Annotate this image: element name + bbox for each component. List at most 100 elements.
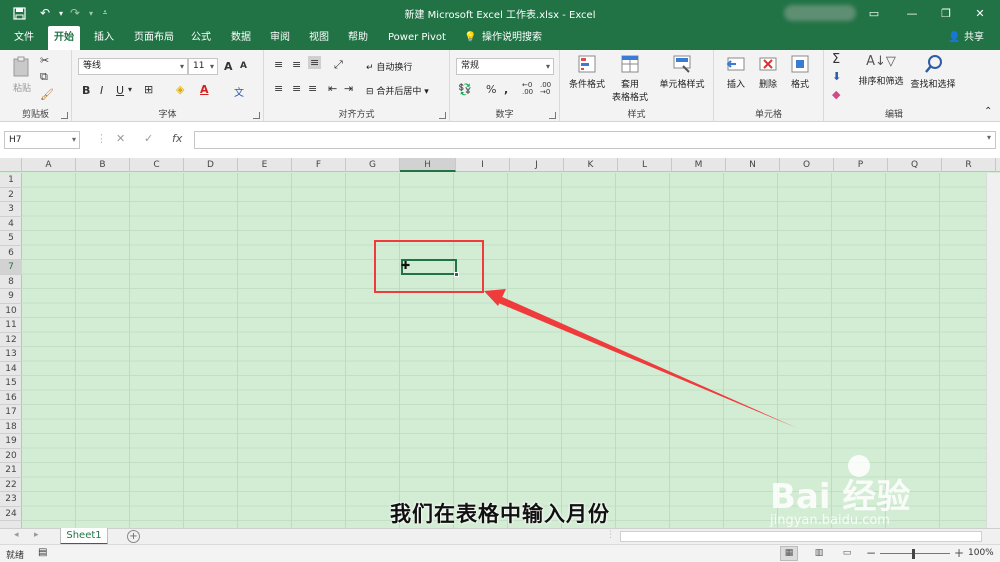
paste-button[interactable]: 粘贴 [8, 56, 36, 94]
row-header[interactable]: 19 [0, 434, 22, 449]
column-header[interactable]: L [618, 158, 672, 172]
row-header[interactable]: 18 [0, 420, 22, 434]
prev-sheet-icon[interactable]: ◂ [14, 530, 19, 540]
font-size-select[interactable]: 11 ▾ [188, 58, 218, 75]
increase-decimal-icon[interactable]: ←0.00 [522, 82, 533, 96]
tab-home[interactable]: 开始 [48, 26, 80, 52]
next-sheet-icon[interactable]: ▸ [34, 530, 39, 540]
column-header[interactable]: P [834, 158, 888, 172]
column-header[interactable]: N [726, 158, 780, 172]
sheet-tab[interactable]: Sheet1 [60, 528, 108, 545]
column-header[interactable]: A [22, 158, 76, 172]
column-header[interactable]: M [672, 158, 726, 172]
select-all-corner[interactable] [0, 158, 22, 172]
row-header[interactable]: 10 [0, 304, 22, 318]
column-header[interactable]: F [292, 158, 346, 172]
column-header[interactable]: O [780, 158, 834, 172]
row-header[interactable]: 21 [0, 463, 22, 478]
expand-formula-bar-icon[interactable]: ▾ [987, 133, 991, 142]
alignment-launcher-icon[interactable] [439, 112, 446, 119]
row-header[interactable]: 3 [0, 202, 22, 217]
align-bottom-icon[interactable]: ≡ [308, 56, 322, 69]
column-header[interactable]: J [510, 158, 564, 172]
copy-icon[interactable]: ⧉ [40, 70, 48, 84]
italic-button[interactable]: I [100, 84, 103, 97]
tab-insert[interactable]: 插入 [88, 26, 120, 50]
fill-icon[interactable]: ⬇ [832, 70, 841, 83]
decrease-indent-icon[interactable]: ⇤ [328, 82, 337, 95]
name-box[interactable]: H7 ▾ [4, 131, 80, 149]
autosum-icon[interactable]: Σ [832, 52, 840, 67]
row-header[interactable]: 9 [0, 289, 22, 304]
normal-view-icon[interactable]: ▦ [780, 546, 798, 561]
enter-icon[interactable]: ✓ [144, 132, 153, 145]
format-cells-button[interactable]: 格式 [786, 54, 814, 90]
collapse-ribbon-icon[interactable]: ⌃ [984, 106, 992, 117]
clipboard-launcher-icon[interactable] [61, 112, 68, 119]
zoom-slider[interactable] [880, 553, 950, 554]
phonetic-icon[interactable]: 文 [234, 84, 244, 99]
tab-help[interactable]: 帮助 [342, 26, 374, 50]
minimize-icon[interactable]: — [898, 3, 926, 23]
column-header[interactable]: K [564, 158, 618, 172]
tell-me-search[interactable]: 操作说明搜索 [476, 26, 548, 50]
merge-center-button[interactable]: ⊟ 合并后居中 ▾ [366, 84, 429, 97]
row-header[interactable]: 17 [0, 405, 22, 420]
row-header[interactable]: 20 [0, 449, 22, 463]
page-layout-view-icon[interactable]: ▥ [810, 546, 828, 561]
decrease-decimal-icon[interactable]: .00 →0 [540, 82, 551, 96]
row-header[interactable]: 4 [0, 217, 22, 231]
tab-formulas[interactable]: 公式 [185, 26, 217, 50]
row-header[interactable]: 8 [0, 275, 22, 289]
column-header[interactable]: D [184, 158, 238, 172]
border-icon[interactable]: ⊞ [144, 83, 153, 96]
accounting-format-icon[interactable]: 💱 [458, 83, 472, 96]
column-header[interactable]: Q [888, 158, 942, 172]
tab-review[interactable]: 审阅 [264, 26, 296, 50]
font-color-icon[interactable]: A [200, 83, 209, 96]
row-header[interactable]: 5 [0, 231, 22, 246]
add-sheet-icon[interactable]: + [127, 530, 140, 543]
tab-file[interactable]: 文件 [8, 26, 40, 50]
find-select-button[interactable]: 查找和选择 [908, 54, 958, 90]
column-header[interactable]: R [942, 158, 996, 172]
format-painter-icon[interactable]: 🖌 [40, 88, 54, 101]
tab-data[interactable]: 数据 [225, 26, 257, 50]
column-header[interactable]: C [130, 158, 184, 172]
zoom-in-icon[interactable]: + [954, 546, 964, 560]
number-launcher-icon[interactable] [549, 112, 556, 119]
row-header[interactable]: 2 [0, 188, 22, 202]
column-header-active[interactable]: H [400, 158, 456, 172]
zoom-slider-knob[interactable] [912, 549, 915, 559]
tab-split-handle-icon[interactable]: ⋮ [606, 530, 615, 540]
increase-indent-icon[interactable]: ⇥ [344, 82, 353, 95]
shrink-font-icon[interactable]: A [240, 61, 247, 71]
clear-icon[interactable]: ◆ [832, 88, 840, 101]
align-center-icon[interactable]: ≡ [292, 82, 301, 95]
orientation-icon[interactable]: ⤢ [334, 58, 343, 72]
bold-button[interactable]: B [82, 84, 90, 97]
comma-style-button[interactable]: , [504, 83, 508, 96]
cell-styles-button[interactable]: 单元格样式 [656, 54, 708, 90]
grow-font-icon[interactable]: A [224, 60, 233, 73]
sort-filter-button[interactable]: A↓▽ 排序和筛选 [856, 54, 906, 87]
macro-record-icon[interactable]: ▤ [38, 547, 47, 558]
horizontal-scrollbar[interactable] [620, 531, 982, 542]
row-header[interactable]: 22 [0, 478, 22, 492]
percent-button[interactable]: % [486, 83, 496, 96]
wrap-text-button[interactable]: ↵ 自动换行 [366, 60, 412, 73]
row-header[interactable]: 16 [0, 391, 22, 405]
row-header[interactable]: 12 [0, 333, 22, 347]
column-header[interactable]: B [76, 158, 130, 172]
formula-input[interactable] [194, 131, 996, 149]
row-header-active[interactable]: 7 [0, 260, 22, 275]
column-header[interactable]: I [456, 158, 510, 172]
fill-color-icon[interactable]: ◈ [176, 83, 184, 96]
chevron-down-icon[interactable]: ▾ [128, 85, 132, 94]
delete-cells-button[interactable]: 删除 [754, 54, 782, 90]
tab-view[interactable]: 视图 [303, 26, 335, 50]
row-header[interactable]: 11 [0, 318, 22, 333]
insert-cells-button[interactable]: 插入 [722, 54, 750, 90]
tab-page-layout[interactable]: 页面布局 [128, 26, 180, 50]
column-header[interactable]: G [346, 158, 400, 172]
